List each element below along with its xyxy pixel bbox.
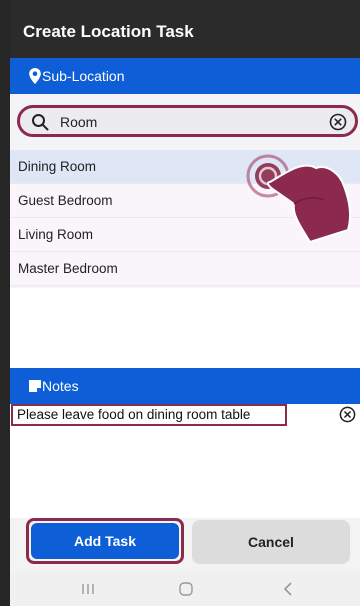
page-title: Create Location Task — [23, 22, 194, 41]
list-item-master-bedroom[interactable]: Master Bedroom — [10, 252, 360, 286]
device-edge — [0, 0, 10, 606]
list-empty-space — [10, 288, 360, 368]
tap-gesture-icon — [240, 130, 360, 250]
search-input[interactable] — [60, 112, 320, 132]
notes-header: Notes — [10, 368, 360, 404]
back-icon[interactable] — [278, 580, 298, 598]
system-nav-bar — [10, 572, 360, 606]
add-task-highlight: Add Task — [26, 518, 184, 564]
recents-icon[interactable] — [78, 580, 98, 598]
notes-label: Notes — [42, 378, 79, 394]
button-bar: Add Task Cancel — [10, 518, 360, 572]
sub-location-header: Sub-Location — [10, 58, 360, 94]
notes-field[interactable]: Please leave food on dining room table — [11, 404, 287, 426]
home-icon[interactable] — [176, 580, 196, 598]
app-screen: Create Location Task Sub-Location Dining… — [0, 0, 360, 606]
location-pin-icon — [28, 68, 42, 84]
add-task-button[interactable]: Add Task — [31, 523, 179, 559]
search-icon — [31, 113, 49, 131]
clear-search-icon[interactable] — [329, 113, 347, 131]
sub-location-label: Sub-Location — [42, 68, 125, 84]
title-bar: Create Location Task — [10, 0, 360, 58]
clear-notes-icon[interactable] — [339, 406, 356, 423]
note-icon — [28, 378, 42, 394]
cancel-button[interactable]: Cancel — [192, 520, 350, 564]
